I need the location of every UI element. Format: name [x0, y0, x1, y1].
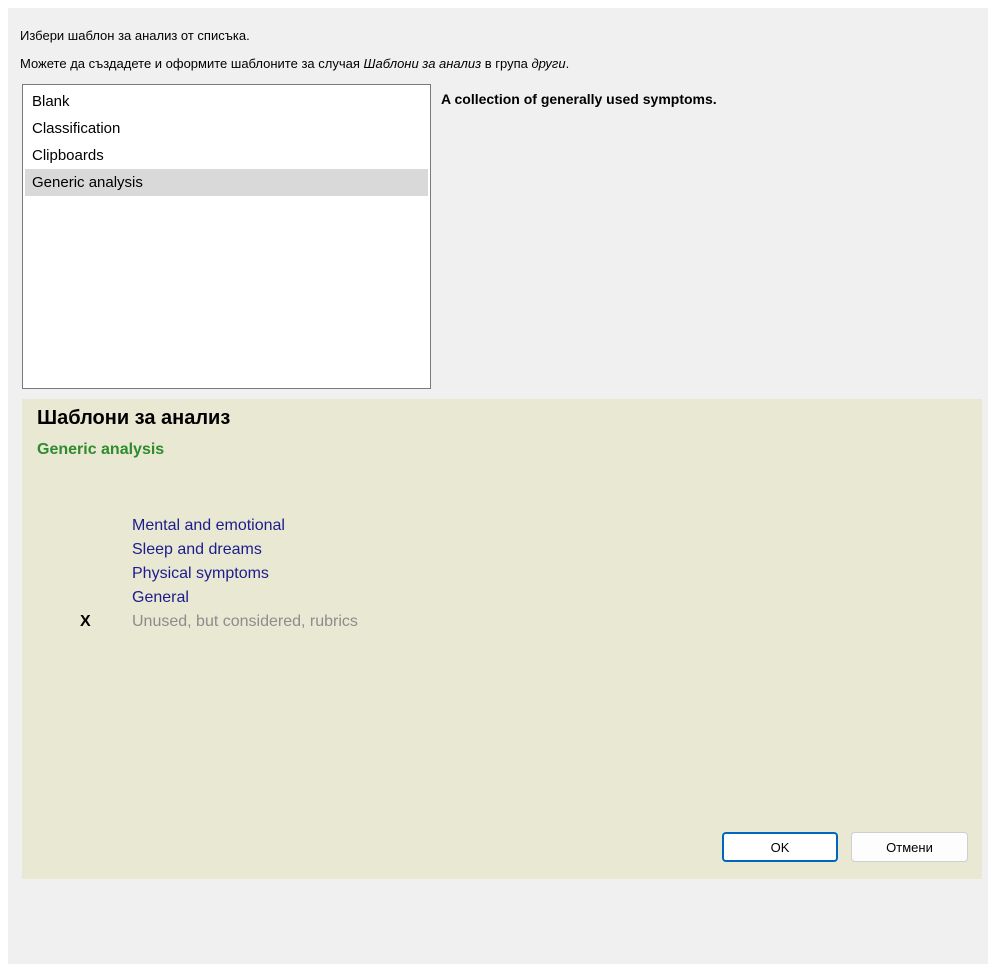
instruction-line-2-suffix: . — [565, 56, 570, 71]
template-item-generic-analysis[interactable]: Generic analysis — [25, 169, 428, 196]
section-label: Sleep and dreams — [132, 541, 262, 558]
instruction-line-2-middle: в група — [481, 56, 532, 71]
preview-title: Шаблони за анализ — [37, 407, 231, 429]
instruction-line-1: Избери шаблон за анализ от списъка. — [20, 28, 250, 43]
instruction-line-2-prefix: Можете да създадете и оформите шаблоните… — [20, 56, 364, 71]
section-label-unused: Unused, but considered, rubrics — [132, 613, 358, 630]
section-label: General — [132, 589, 189, 606]
template-item-clipboards[interactable]: Clipboards — [25, 142, 428, 169]
template-description: A collection of generally used symptoms. — [441, 91, 717, 107]
instruction-text-2: Можете да създадете и оформите шаблоните… — [20, 56, 569, 72]
template-dialog: Избери шаблон за анализ от списъка. Може… — [8, 8, 988, 964]
unused-mark: X — [80, 613, 91, 630]
ok-button[interactable]: OK — [722, 832, 838, 862]
cancel-button[interactable]: Отмени — [851, 832, 968, 862]
template-item-classification[interactable]: Classification — [25, 115, 428, 142]
section-label: Physical symptoms — [132, 565, 269, 582]
instruction-template-name: Шаблони за анализ — [363, 56, 482, 71]
template-item-blank[interactable]: Blank — [25, 88, 428, 115]
template-preview-panel: Шаблони за анализ Generic analysis Menta… — [22, 399, 982, 879]
instruction-text: Избери шаблон за анализ от списъка. — [20, 28, 250, 44]
instruction-group-name: други — [531, 56, 566, 71]
section-label: Mental and emotional — [132, 517, 285, 534]
preview-subtitle: Generic analysis — [37, 441, 165, 458]
template-listbox[interactable]: Blank Classification Clipboards Generic … — [22, 84, 431, 389]
